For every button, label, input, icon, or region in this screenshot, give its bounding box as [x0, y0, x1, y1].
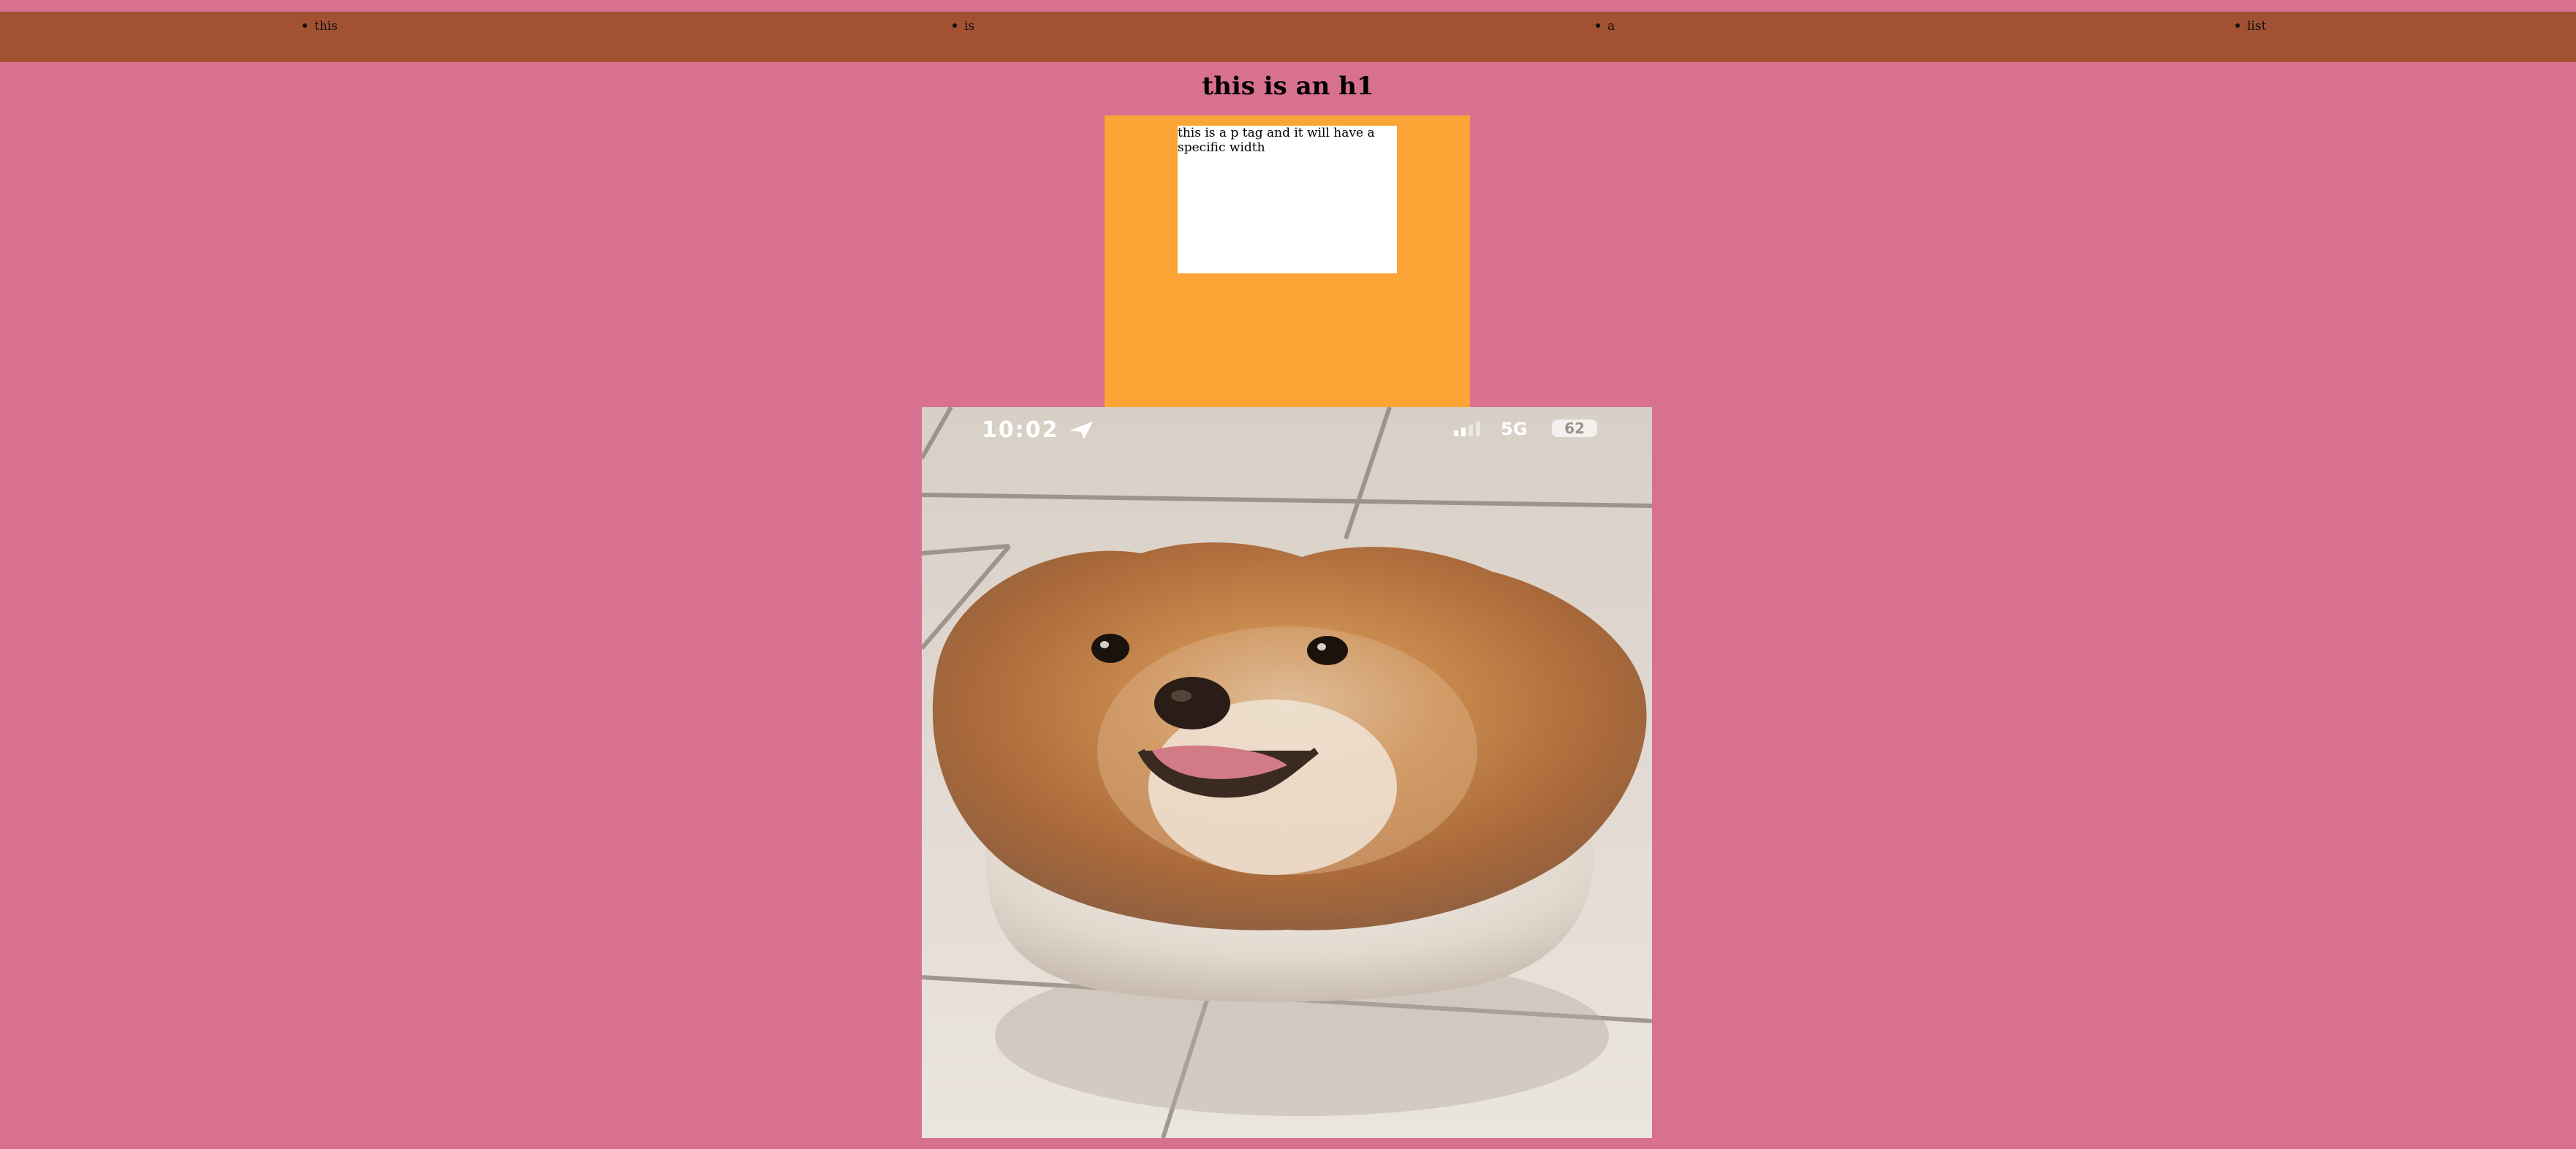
bullet-icon: [952, 23, 957, 28]
list-item: list: [2235, 19, 2266, 34]
list-item-label: a: [1607, 19, 1615, 34]
paragraph-box: this is a p tag and it will have a speci…: [1178, 126, 1397, 273]
status-battery: 62: [1564, 420, 1585, 437]
dog-photo: 10:02 5G 62: [922, 407, 1652, 1138]
bullet-icon: [303, 23, 307, 28]
location-arrow-icon: [1069, 422, 1093, 439]
bullet-icon: [2235, 23, 2240, 28]
list-item-label: list: [2247, 19, 2267, 34]
status-time: 10:02: [982, 417, 1059, 443]
signal-icon: [1454, 422, 1480, 436]
list-item: this: [303, 19, 338, 34]
list-item-label: this: [314, 19, 338, 34]
list-item: a: [1596, 19, 1615, 34]
bullet-icon: [1596, 23, 1600, 28]
list-item-label: is: [964, 19, 975, 34]
dog-photo-image: [922, 407, 1652, 1138]
orange-container: this is a p tag and it will have a speci…: [1105, 115, 1470, 408]
list-item: is: [952, 19, 974, 34]
nav-bar: this is a list: [0, 12, 2576, 62]
status-bar: 10:02 5G 62: [922, 407, 1652, 451]
status-network: 5G: [1501, 419, 1528, 439]
page-title: this is an h1: [1202, 72, 1374, 101]
battery-icon: 62: [1552, 420, 1597, 437]
